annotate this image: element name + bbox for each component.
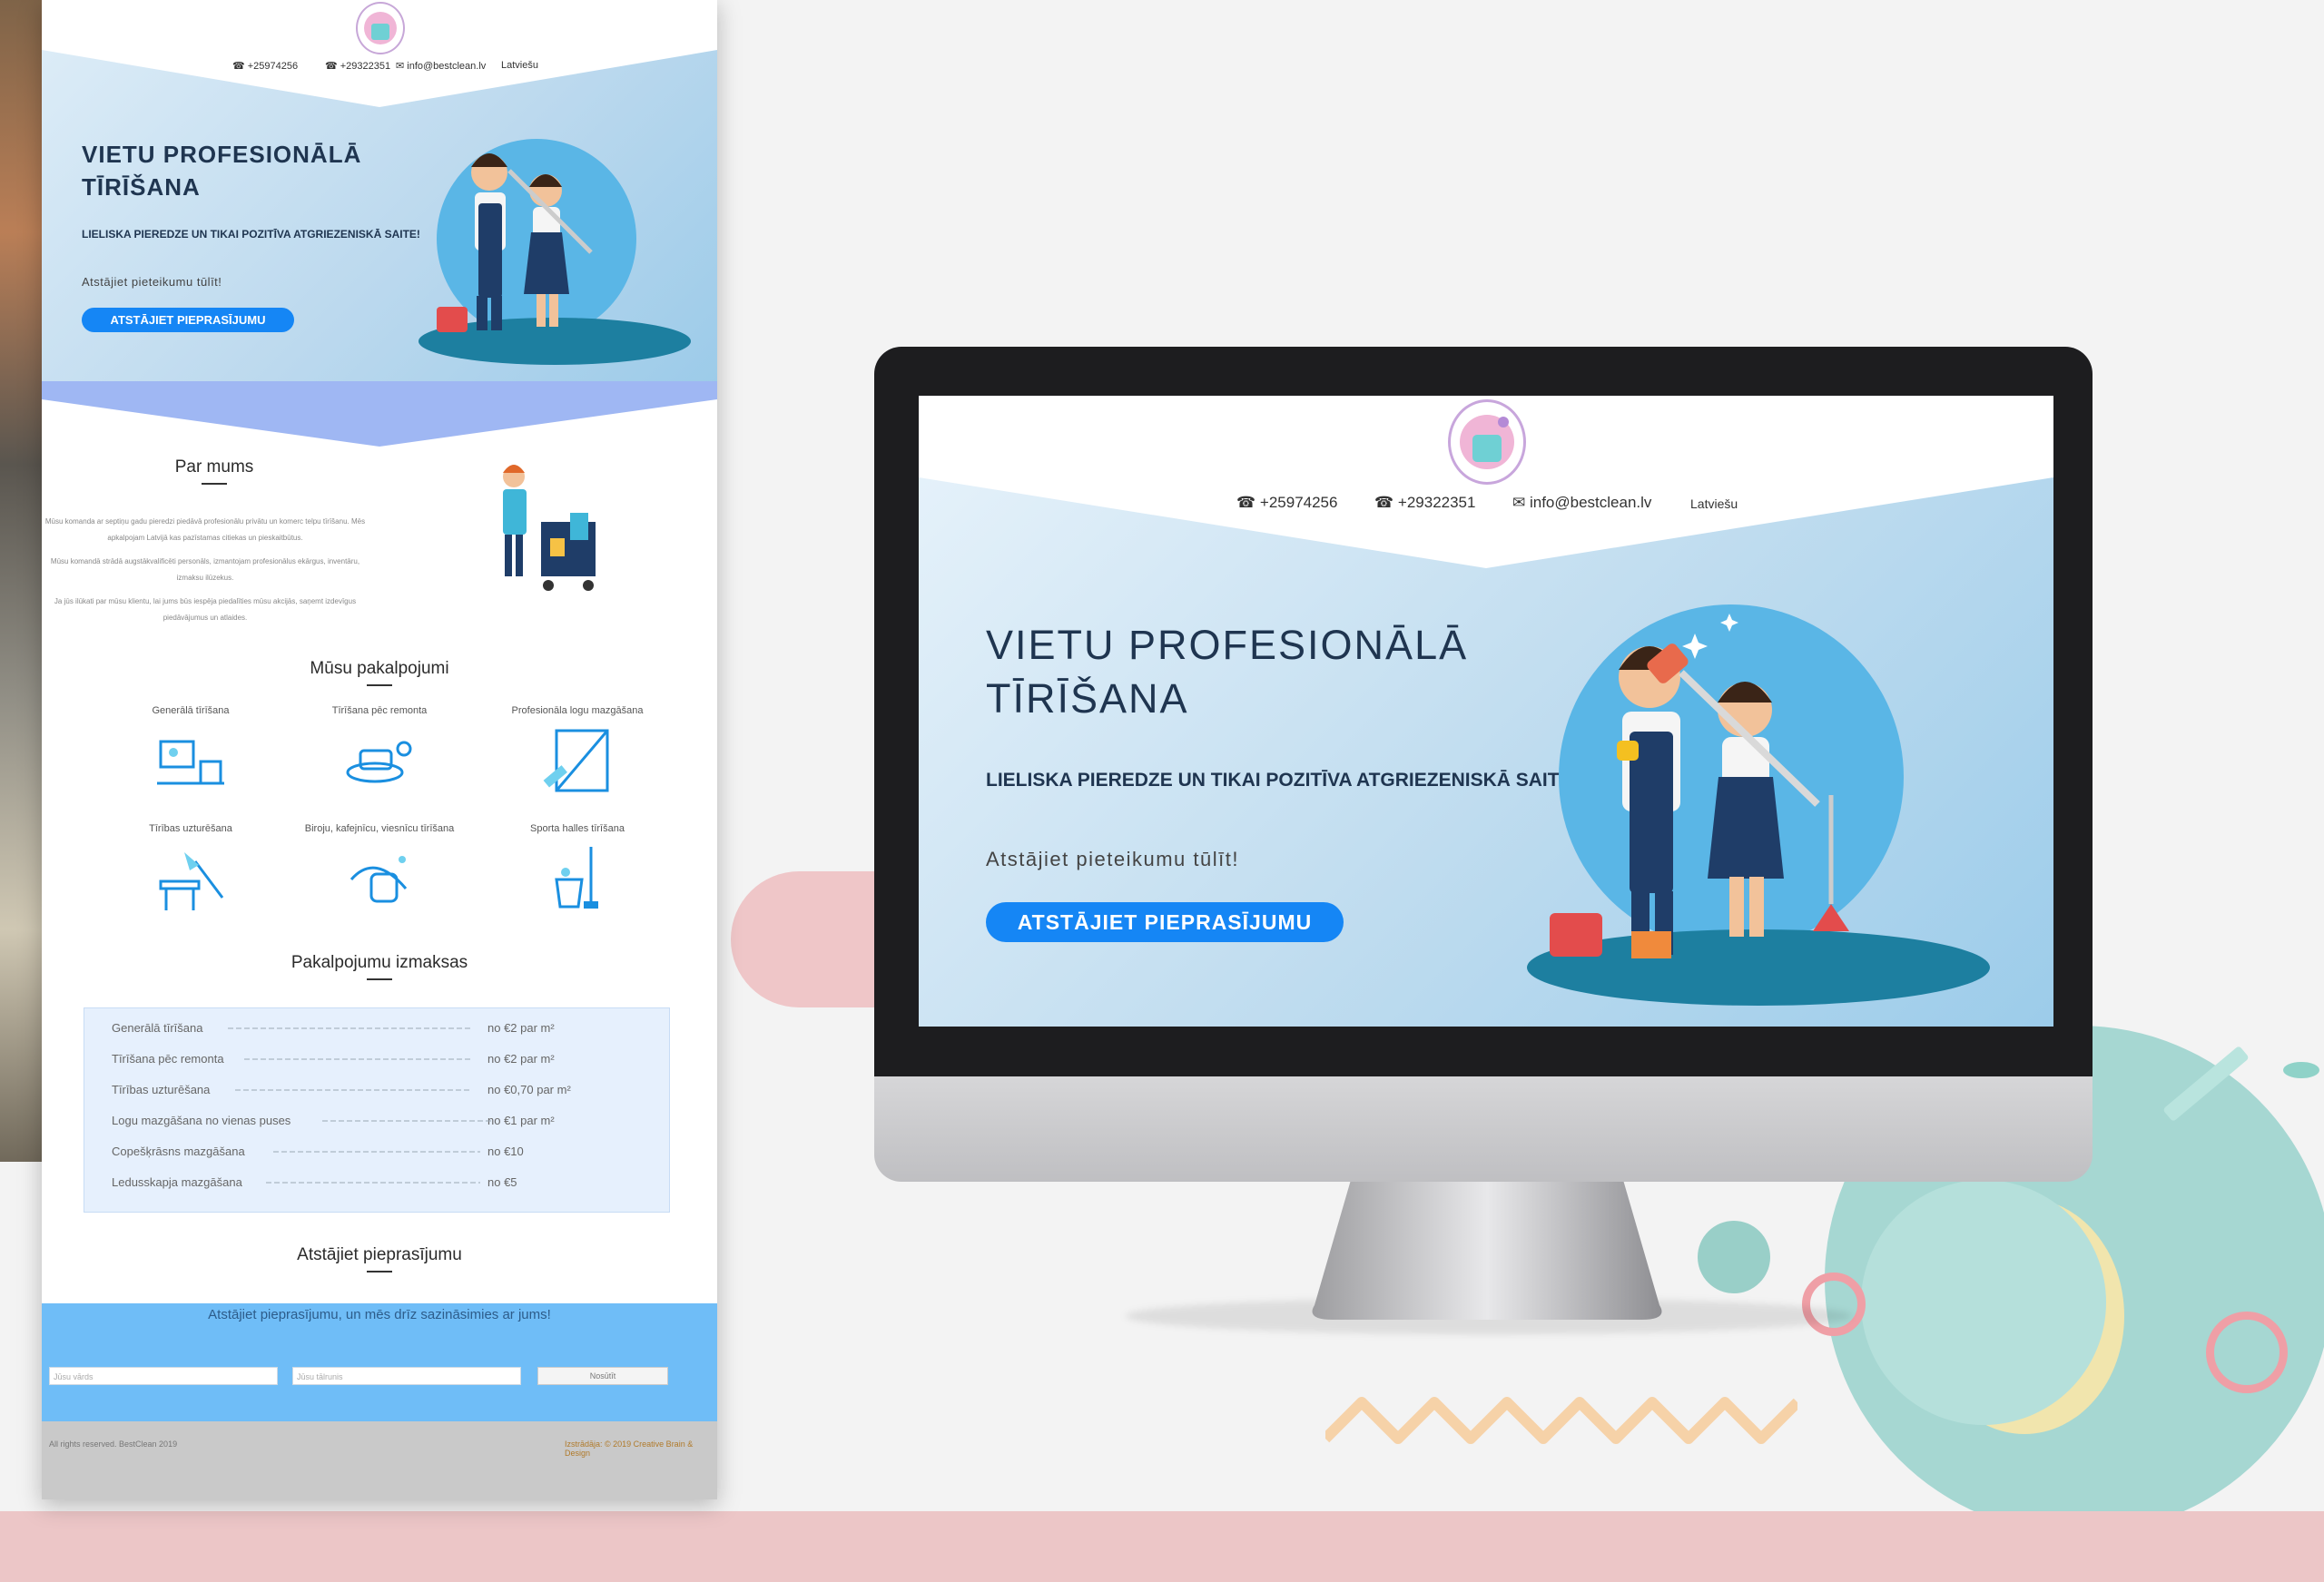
about-section-heading: Par mums — [123, 457, 305, 485]
site-logo[interactable] — [1448, 399, 1526, 485]
service-item[interactable]: Tīrīšana pēc remonta — [280, 705, 479, 798]
hero-title-line: VIETU PROFESIONĀLĀ — [82, 141, 362, 168]
heading-underline — [202, 483, 227, 485]
monitor-chin — [874, 1076, 2093, 1182]
service-item[interactable]: Generālā tīrīšana — [91, 705, 290, 798]
email-link[interactable]: ✉ info@bestclean.lv — [1512, 494, 1651, 512]
about-paragraph: Ja jūs ilūkati par mūsu klientu, lai jum… — [54, 597, 357, 622]
request-button[interactable]: ATSTĀJIET PIEPRASĪJUMU — [986, 902, 1344, 942]
monitor-screen: ☎ +25974256 ☎ +29322351 ✉ info@bestclean… — [919, 396, 2053, 1027]
service-label: Biroju, kafejnīcu, viesnīcu tīrīšana — [304, 823, 455, 834]
about-heading: Par mums — [174, 457, 254, 477]
submit-button[interactable]: Nosūtīt — [537, 1367, 668, 1385]
price-leader-dashes — [228, 1027, 493, 1184]
service-item[interactable]: Tīrības uzturēšana — [91, 823, 290, 916]
hero-note: Atstājiet pieteikumu tūlīt! — [986, 848, 1239, 870]
form-heading: Atstājiet pieprasījumu — [297, 1245, 462, 1264]
service-label: Sporta halles tīrīšana — [530, 823, 625, 834]
phone-link[interactable]: ☎ +25974256 — [1236, 494, 1337, 512]
about-text: Mūsu komanda ar septiņu gadu pieredzi pi… — [42, 514, 369, 626]
request-button[interactable]: ATSTĀJIET PIEPRASĪJUMU — [82, 308, 294, 332]
decor-zigzag — [1325, 1397, 1797, 1444]
services-section-heading: Mūsu pakalpojumi — [243, 659, 516, 686]
heading-underline — [367, 978, 392, 980]
house-cleaning-icon — [157, 740, 224, 785]
cleaners-illustration — [419, 139, 691, 365]
decor-pink-ring — [2206, 1312, 2288, 1393]
heading-underline — [367, 1271, 392, 1272]
hero-note: Atstājiet pieteikumu tūlīt! — [82, 275, 222, 289]
footer-copyright: All rights reserved. BestClean 2019 — [49, 1440, 178, 1449]
hero-title-line: TĪRĪŠANA — [82, 173, 201, 201]
office-cleaning-icon — [350, 856, 408, 903]
phone-link[interactable]: ☎ +29322351 — [325, 60, 390, 72]
decor-teal-circle — [1861, 1180, 2106, 1425]
footer — [42, 1421, 717, 1499]
hero-subtitle: LIELISKA PIEREDZE UN TIKAI POZITĪVA ATGR… — [82, 228, 420, 241]
hero-title: VIETU PROFESIONĀLĀ TĪRĪŠANA — [82, 138, 381, 203]
landing-page-mockup: ☎ +25974256 ☎ +29322351 ✉ info@bestclean… — [42, 0, 717, 1499]
decor-pink-floor — [0, 1511, 2324, 1582]
phone-link[interactable]: ☎ +25974256 — [232, 60, 298, 72]
about-paragraph: Mūsu komandā strādā augstākvalificēti pe… — [50, 557, 360, 582]
mop-bucket-icon — [555, 847, 598, 909]
price-list: Generālā tīrīšana no €2 par m² Tīrīšana p… — [84, 1007, 670, 1213]
services-heading: Mūsu pakalpojumi — [310, 659, 449, 678]
site-logo[interactable] — [356, 2, 405, 54]
cleaners-illustration — [1527, 604, 1990, 1006]
service-item[interactable]: Sporta halles tīrīšana — [478, 823, 677, 916]
hero-title-line: TĪRĪŠANA — [986, 675, 1189, 722]
form-section-heading: Atstājiet pieprasījumu — [243, 1245, 516, 1272]
service-item[interactable]: Profesionāla logu mazgāšana — [478, 705, 677, 798]
service-label: Tīrības uzturēšana — [149, 823, 232, 834]
hero-title-line: VIETU PROFESIONĀLĀ — [986, 622, 1469, 668]
service-label: Profesionāla logu mazgāšana — [511, 705, 644, 716]
decor-teal-oval — [2283, 1062, 2319, 1078]
about-paragraph: Mūsu komanda ar septiņu gadu pieredzi pi… — [44, 517, 366, 542]
prices-heading: Pakalpojumu izmaksas — [290, 953, 468, 972]
service-label: Generālā tīrīšana — [152, 705, 230, 716]
phone-input[interactable]: Jūsu tālrunis — [292, 1367, 521, 1385]
service-item[interactable]: Biroju, kafejnīcu, viesnīcu tīrīšana — [280, 823, 479, 916]
service-label: Tīrīšana pēc remonta — [331, 705, 428, 716]
heading-underline — [367, 684, 392, 686]
footer-credit[interactable]: Izstrādāja: © 2019 Creative Brain & Desi… — [565, 1440, 717, 1458]
hero-bottom-band — [42, 381, 717, 447]
email-link[interactable]: ✉ info@bestclean.lv — [396, 60, 486, 72]
cleaner-cart-illustration — [503, 465, 596, 591]
language-selector[interactable]: Latviešu — [1690, 496, 1738, 511]
monitor-stand — [1312, 1180, 1662, 1320]
hero-subtitle: LIELISKA PIEREDZE UN TIKAI POZITĪVA ATGR… — [986, 770, 1579, 791]
hero-title: VIETU PROFESIONĀLĀ TĪRĪŠANA — [986, 618, 1494, 725]
form-message: Atstājiet pieprasījumu, un mēs drīz sazi… — [208, 1307, 551, 1322]
decor-pink-ring — [1802, 1272, 1866, 1336]
decor-teal-dot — [1698, 1221, 1770, 1293]
language-selector[interactable]: Latviešu — [501, 60, 538, 71]
renovation-cleaning-icon — [346, 741, 412, 783]
name-input[interactable]: Jūsu vārds — [49, 1367, 278, 1385]
dusting-icon — [159, 852, 224, 910]
phone-link[interactable]: ☎ +29322351 — [1374, 494, 1475, 512]
window-cleaning-icon — [543, 729, 609, 792]
prices-section-heading: Pakalpojumu izmaksas — [243, 953, 516, 980]
